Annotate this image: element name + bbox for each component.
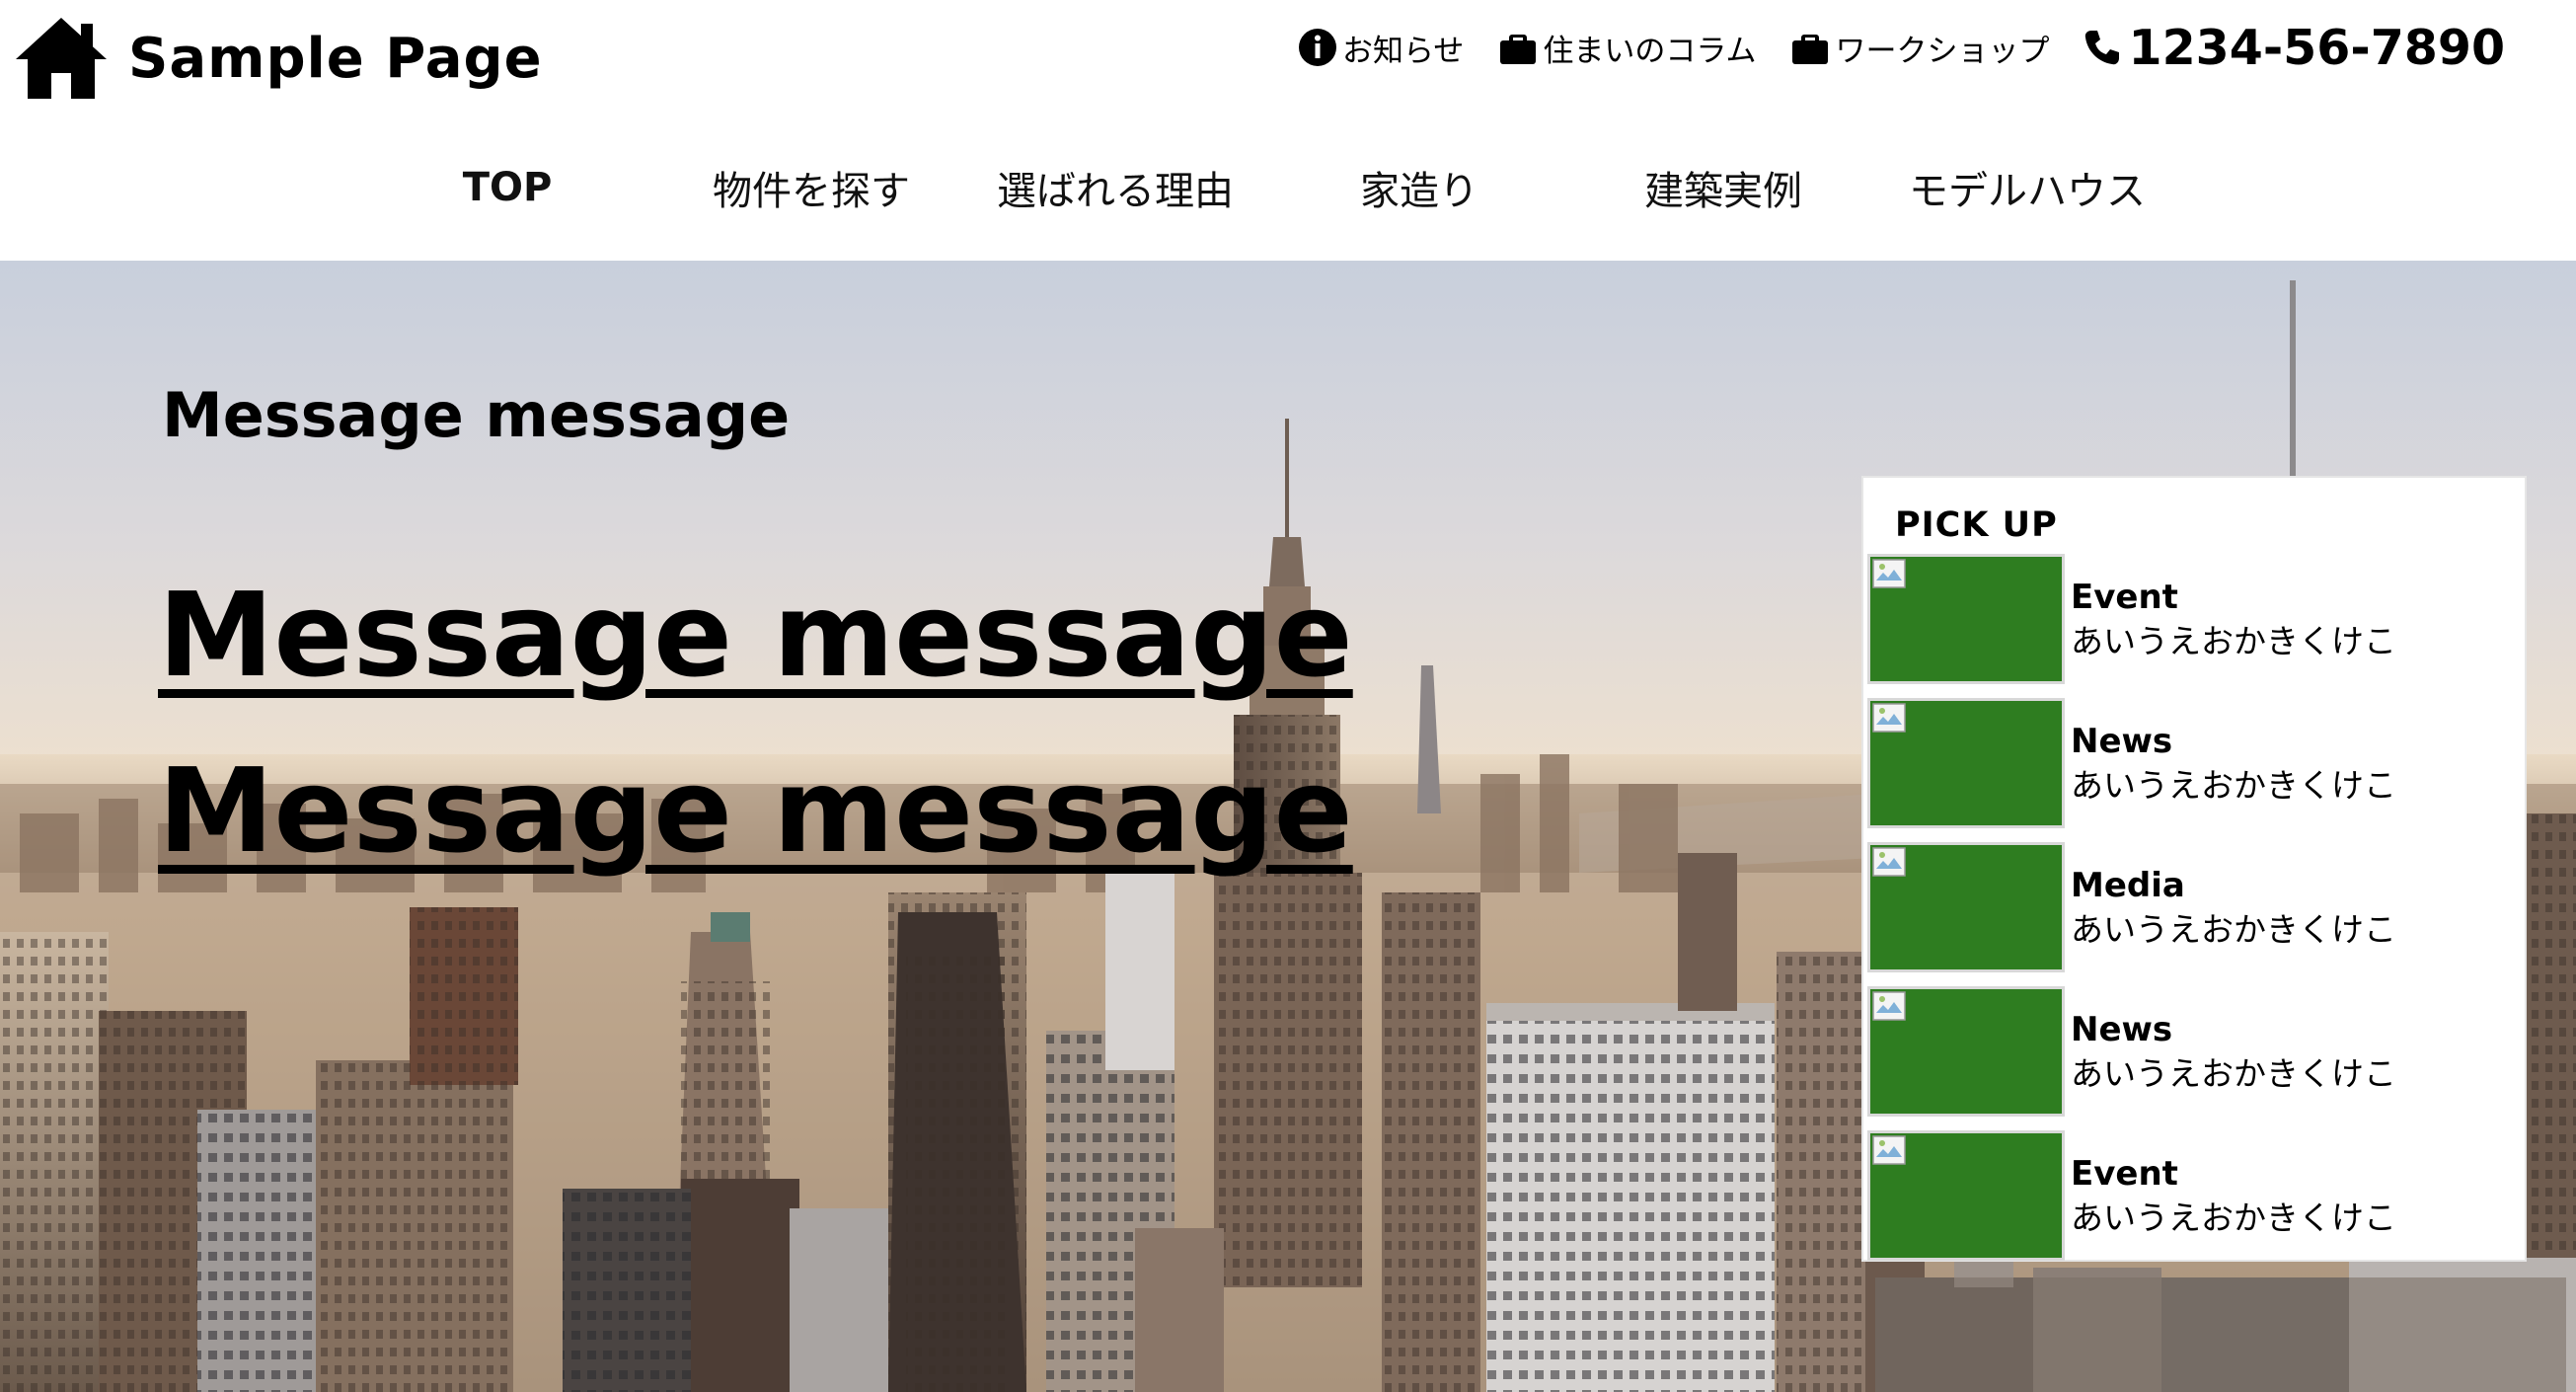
broken-image-icon — [1872, 559, 1906, 588]
nav-item-examples[interactable]: 建築実例 — [1571, 148, 1875, 227]
util-link-label: 住まいのコラム — [1543, 33, 1757, 69]
phone-number: 1234-56-7890 — [2128, 19, 2506, 76]
pickup-item[interactable]: Media あいうえおかきくけこ — [1867, 835, 2523, 979]
pickup-thumbnail — [1867, 1130, 2065, 1261]
phone-icon — [2085, 31, 2120, 65]
home-icon — [16, 18, 107, 99]
broken-image-icon — [1872, 991, 1906, 1021]
pickup-category: News — [2071, 722, 2173, 761]
util-link-workshop[interactable]: ワークショップ — [1789, 26, 2049, 70]
util-link-column[interactable]: 住まいのコラム — [1497, 26, 1756, 70]
pickup-thumbnail — [1867, 698, 2065, 828]
nav-item-model-house[interactable]: モデルハウス — [1875, 148, 2179, 227]
pickup-item[interactable]: News あいうえおかきくけこ — [1867, 979, 2523, 1123]
pickup-title: PICK UP — [1895, 505, 2058, 545]
broken-image-icon — [1872, 703, 1906, 733]
util-link-label: お知らせ — [1342, 33, 1465, 69]
hero-headline: Message message Message message — [158, 547, 1353, 898]
pickup-thumbnail — [1867, 554, 2065, 684]
hero-section: Message message Message message Message … — [0, 261, 2576, 1392]
pickup-item[interactable]: Event あいうえおかきくけこ — [1867, 1123, 2523, 1268]
utility-nav: お知らせ 住まいのコラム ワークショップ 1234-56-7890 — [1297, 16, 2505, 79]
pickup-category: Event — [2071, 578, 2178, 617]
util-link-label: ワークショップ — [1835, 33, 2050, 69]
util-link-news[interactable]: お知らせ — [1297, 26, 1464, 70]
site-header: Sample Page お知らせ 住まいのコラム ワークショップ 1234-56… — [0, 0, 2576, 261]
pickup-description: あいうえおかきくけこ — [2071, 1199, 2396, 1237]
pickup-description: あいうえおかきくけこ — [2071, 622, 2396, 660]
pickup-item[interactable]: News あいうえおかきくけこ — [1867, 691, 2523, 835]
hero-headline-line: Message message — [158, 742, 1353, 879]
phone-link[interactable]: 1234-56-7890 — [2083, 20, 2505, 76]
pickup-thumbnail — [1867, 986, 2065, 1117]
pickup-thumbnail — [1867, 842, 2065, 972]
info-icon — [1299, 29, 1336, 66]
pickup-description: あいうえおかきくけこ — [2071, 1054, 2396, 1093]
hero-subheading: Message message — [162, 379, 791, 451]
pickup-category: Media — [2071, 866, 2185, 905]
site-logo-text: Sample Page — [128, 26, 543, 91]
nav-item-search-property[interactable]: 物件を探す — [659, 148, 963, 227]
site-logo-link[interactable]: Sample Page — [14, 14, 543, 103]
nav-item-top[interactable]: TOP — [355, 148, 659, 227]
briefcase-icon — [1500, 35, 1537, 64]
global-nav: TOP 物件を探す 選ばれる理由 家造り 建築実例 モデルハウス — [0, 148, 2576, 227]
broken-image-icon — [1872, 847, 1906, 877]
pickup-category: Event — [2071, 1154, 2178, 1194]
pickup-description: あいうえおかきくけこ — [2071, 766, 2396, 805]
briefcase-icon — [1792, 35, 1829, 64]
pickup-category: News — [2071, 1010, 2173, 1049]
nav-item-house-building[interactable]: 家造り — [1267, 148, 1571, 227]
pickup-panel: PICK UP Event あいうえおかきくけこ News あいうえおかきくけこ… — [1861, 476, 2527, 1262]
broken-image-icon — [1872, 1135, 1906, 1165]
hero-headline-line: Message message — [158, 567, 1353, 703]
pickup-description: あいうえおかきくけこ — [2071, 910, 2396, 949]
pickup-list: Event あいうえおかきくけこ News あいうえおかきくけこ Media あ… — [1867, 547, 2523, 1268]
nav-item-reasons[interactable]: 選ばれる理由 — [963, 148, 1267, 227]
pickup-item[interactable]: Event あいうえおかきくけこ — [1867, 547, 2523, 691]
